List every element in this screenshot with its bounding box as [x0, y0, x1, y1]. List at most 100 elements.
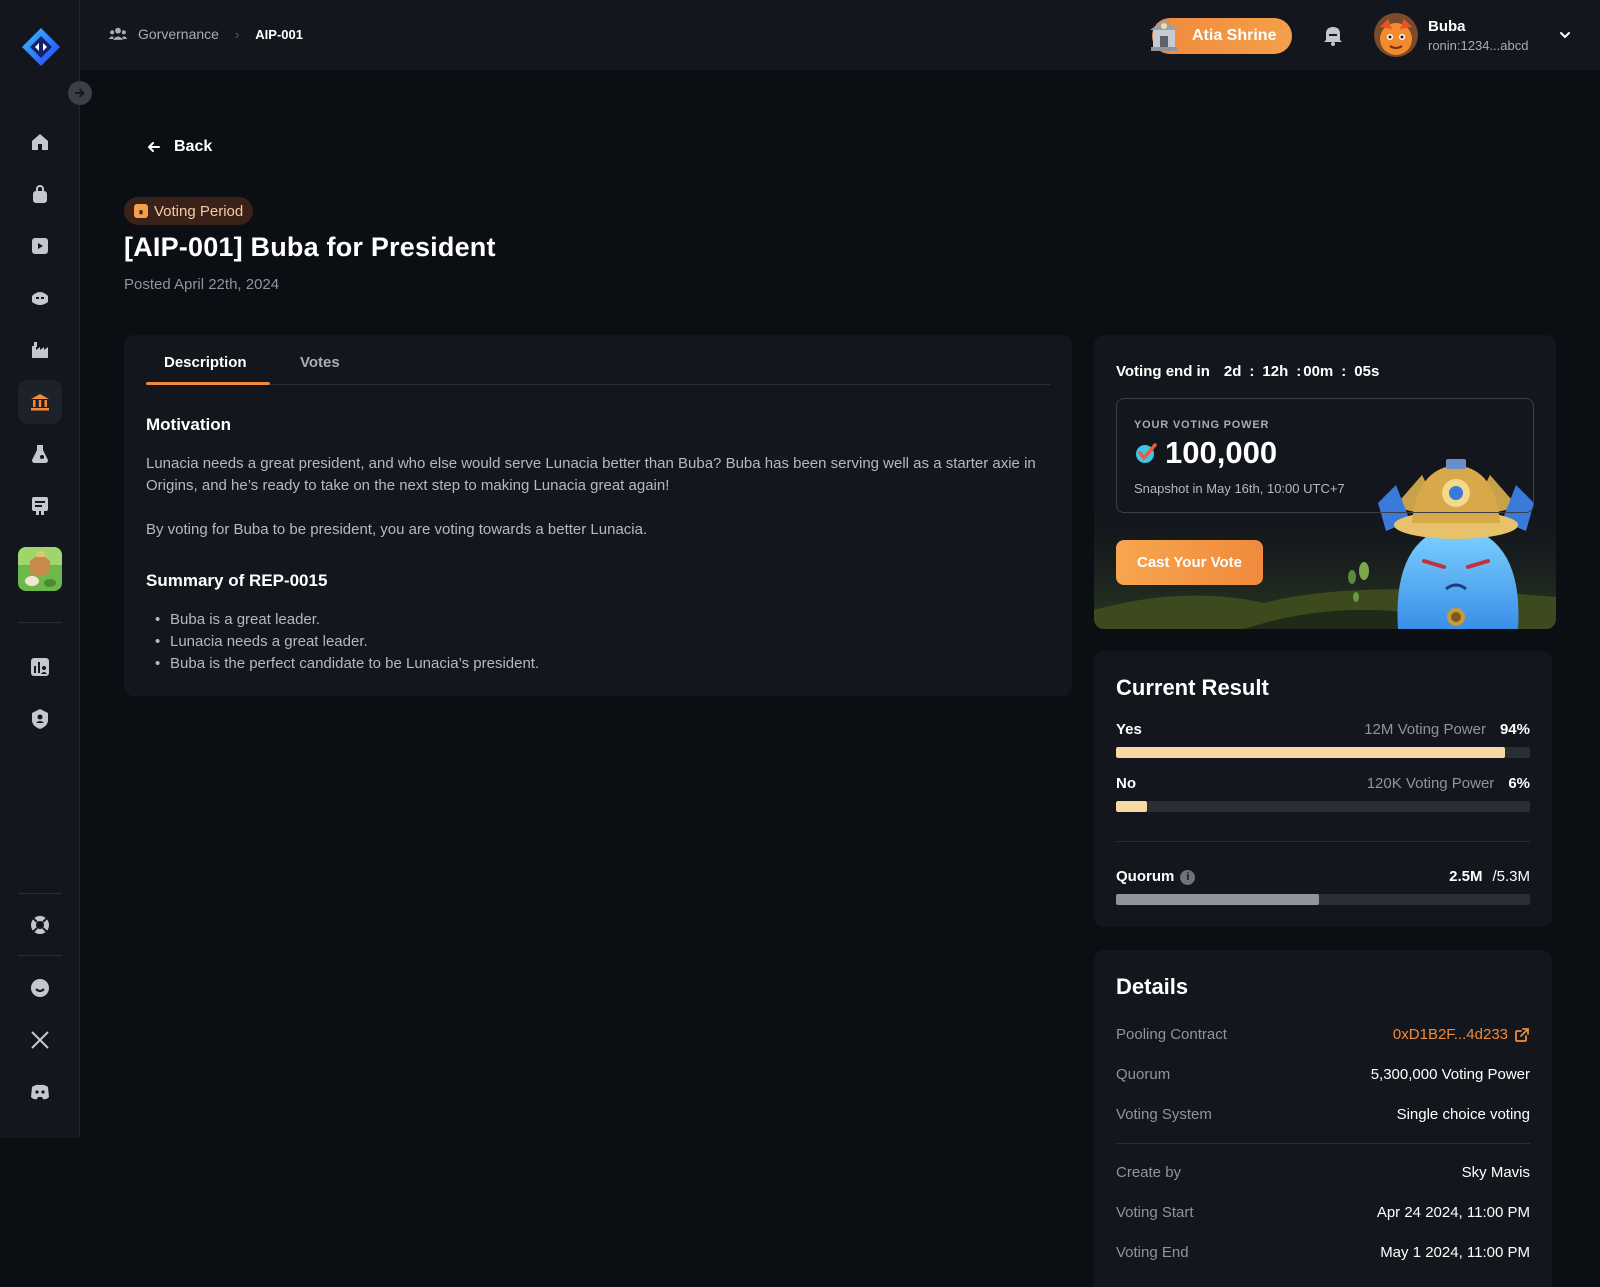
quorum-total: /5.3M: [1492, 868, 1530, 885]
breadcrumb-governance[interactable]: Gorvernance: [138, 26, 219, 42]
sidebar-item-video[interactable]: [18, 224, 62, 268]
pooling-contract-link[interactable]: 0xD1B2F...4d233: [1393, 1026, 1530, 1043]
user-address: ronin:1234...abcd: [1428, 38, 1529, 53]
countdown-separator: :: [1249, 363, 1255, 380]
yes-percent: 94%: [1499, 721, 1530, 738]
countdown-hours: 12h: [1262, 363, 1289, 380]
factory-icon: [32, 342, 48, 358]
voting-power-label: YOUR VOTING POWER: [1134, 419, 1270, 431]
atia-shrine-button[interactable]: Atia Shrine: [1150, 18, 1292, 54]
tab-bar: Description Votes: [146, 335, 1050, 385]
no-voting-power: 120K Voting Power: [1366, 775, 1495, 792]
posted-date: Posted April 22th, 2024: [124, 276, 280, 293]
sidebar-item-x[interactable]: [18, 1018, 62, 1062]
sidebar-item-game[interactable]: [18, 547, 62, 591]
yes-summary: 12M Voting Power 94%: [1364, 721, 1530, 738]
bag-icon: [33, 185, 47, 203]
detail-label: Pooling Contract: [1116, 1026, 1227, 1043]
detail-value: Single choice voting: [1396, 1106, 1530, 1123]
quorum-label-text: Quorum: [1116, 868, 1175, 885]
details-card: Details Pooling Contract 0xD1B2F...4d233…: [1094, 950, 1552, 1287]
details-title: Details: [1116, 974, 1189, 999]
snapshot-text: Snapshot in May 16th, 10:00 UTC+7: [1134, 481, 1345, 496]
sidebar-item-shop[interactable]: [18, 172, 62, 216]
info-icon[interactable]: i: [1180, 870, 1196, 885]
detail-value: Apr 24 2024, 11:00 PM: [1376, 1204, 1530, 1221]
voting-power-box: YOUR VOTING POWER 100,000 Snapshot in Ma…: [1116, 398, 1534, 513]
no-bar: [1116, 801, 1530, 812]
bell-icon: [1324, 27, 1342, 46]
countdown-seconds: 05s: [1354, 363, 1380, 380]
voting-power-value: 100,000: [1165, 435, 1278, 470]
sidebar-divider: [18, 955, 62, 956]
voting-countdown: Voting end in 2d : 12h : 00m : 05s: [1116, 363, 1379, 380]
page-title: [AIP-001] Buba for President: [124, 232, 496, 262]
check-badge-icon: [1136, 443, 1157, 463]
sidebar-item-stats[interactable]: [18, 645, 62, 689]
axie-icon: [32, 292, 48, 305]
no-label: No: [1116, 775, 1136, 792]
sidebar-item-chat[interactable]: [18, 966, 62, 1010]
sidebar-item-discord[interactable]: [18, 1070, 62, 1114]
back-button[interactable]: Back: [146, 138, 212, 156]
sidebar-item-profile[interactable]: [18, 697, 62, 741]
chevron-down-icon[interactable]: [1558, 28, 1572, 42]
tab-votes[interactable]: Votes: [300, 354, 340, 371]
sidebar-item-factory[interactable]: [18, 328, 62, 372]
flask-icon: [32, 445, 48, 463]
home-icon: [32, 134, 48, 150]
no-percent: 6%: [1508, 775, 1530, 792]
avatar[interactable]: [1374, 13, 1418, 57]
cast-vote-button[interactable]: Cast Your Vote: [1116, 540, 1263, 585]
sidebar-item-governance[interactable]: [18, 380, 62, 424]
countdown-separator: :: [1341, 363, 1347, 380]
quorum-summary: 2.5M /5.3M: [1449, 868, 1530, 885]
detail-label: Voting System: [1116, 1106, 1212, 1123]
no-bar-fill: [1116, 801, 1148, 812]
game-thumbnail-icon: [18, 547, 62, 591]
x-icon: [31, 1031, 49, 1049]
sidebar-item-home[interactable]: [18, 120, 62, 164]
breadcrumb-current: AIP-001: [255, 26, 303, 42]
sidebar-divider: [18, 893, 62, 894]
current-result-title: Current Result: [1116, 675, 1269, 700]
sidebar: [0, 0, 92, 1138]
detail-label: Quorum: [1116, 1066, 1171, 1083]
sidebar-item-lab[interactable]: [18, 432, 62, 476]
users-icon: [108, 27, 128, 40]
motivation-paragraph-2: By voting for Buba to be president, you …: [146, 521, 648, 538]
notification-button[interactable]: [1320, 22, 1346, 48]
chevron-right-icon: ›: [234, 26, 240, 42]
sidebar-expand-button[interactable]: [68, 81, 92, 105]
news-icon: [32, 497, 48, 515]
lock-icon: [134, 204, 148, 218]
axie-logo-icon[interactable]: [20, 26, 62, 68]
sidebar-item-support[interactable]: [18, 903, 62, 947]
arrow-right-icon: [74, 88, 85, 98]
detail-label: Create by: [1116, 1164, 1182, 1181]
detail-value: 5,300,000 Voting Power: [1370, 1066, 1530, 1083]
tab-description[interactable]: Description: [164, 354, 247, 371]
external-link-icon[interactable]: [1514, 1027, 1530, 1043]
discord-icon: [31, 1084, 49, 1100]
sidebar-item-axies[interactable]: [18, 276, 62, 320]
motivation-heading: Motivation: [146, 415, 231, 434]
countdown-days: 2d: [1223, 363, 1242, 380]
sidebar-item-news[interactable]: [18, 484, 62, 528]
description-card: Description Votes Motivation Lunacia nee…: [124, 335, 1072, 696]
list-item: Lunacia needs a great leader.: [146, 631, 539, 653]
buba-avatar-icon: [1374, 13, 1418, 57]
status-badge: Voting Period: [124, 197, 254, 225]
chat-icon: [31, 979, 49, 997]
no-summary: 120K Voting Power 6%: [1367, 775, 1530, 792]
status-badge-label: Voting Period: [154, 202, 244, 220]
shrine-icon: [1150, 20, 1178, 51]
shield-icon: [32, 709, 48, 729]
countdown-separator: :: [1296, 363, 1302, 380]
stats-icon: [31, 658, 49, 676]
countdown-minutes: 00m: [1303, 363, 1334, 380]
detail-value: May 1 2024, 11:00 PM: [1380, 1244, 1530, 1261]
pooling-contract-address[interactable]: 0xD1B2F...4d233: [1393, 1026, 1508, 1043]
tab-active-indicator: [146, 382, 270, 385]
list-item: Buba is the perfect candidate to be Luna…: [146, 653, 539, 675]
